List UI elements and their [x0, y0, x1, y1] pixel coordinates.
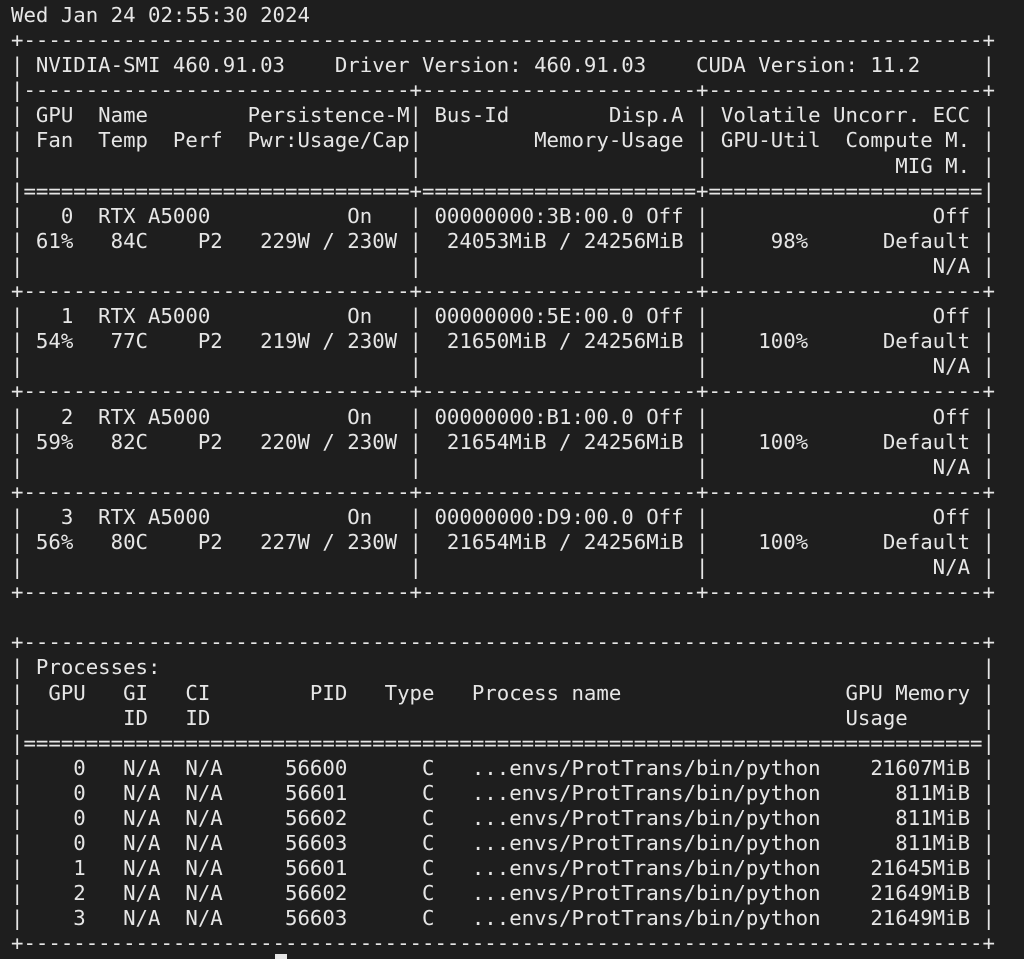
process-column-header-line: | GPU GI CI PID Type Process name GPU Me… — [11, 680, 995, 705]
gpu-3-row-line: | | | N/A | — [11, 555, 995, 580]
table-border-line: +-------------------------------+-------… — [11, 279, 995, 304]
table-border-line: |-------------------------------+-------… — [11, 78, 995, 103]
timestamp-line: Wed Jan 24 02:55:30 2024 — [11, 3, 310, 27]
table-separator-line: |=======================================… — [11, 730, 995, 755]
gpu-0-row-line: | 0 RTX A5000 On | 00000000:3B:00.0 Off … — [11, 203, 995, 228]
gpu-2-row-line: | | | N/A | — [11, 454, 995, 479]
table-separator-line: |===============================+=======… — [11, 178, 995, 203]
gpu-column-header-line: | | | MIG M. | — [11, 153, 995, 178]
terminal-output: Wed Jan 24 02:55:30 2024 +---------------… — [11, 3, 995, 957]
gpu-1-row-line: | 54% 77C P2 219W / 230W | 21650MiB / 24… — [11, 329, 995, 354]
process-row-line: | 0 N/A N/A 56601 C ...envs/ProtTrans/bi… — [11, 780, 995, 805]
gpu-1-row-line: | 1 RTX A5000 On | 00000000:5E:00.0 Off … — [11, 304, 995, 329]
gpu-2-row-line: | 2 RTX A5000 On | 00000000:B1:00.0 Off … — [11, 404, 995, 429]
process-row-line: | 0 N/A N/A 56602 C ...envs/ProtTrans/bi… — [11, 806, 995, 830]
gpu-0-row-line: | 61% 84C P2 229W / 230W | 24053MiB / 24… — [11, 228, 995, 253]
processes-title-line: | Processes: | — [11, 655, 995, 680]
gpu-3-row-line: | 3 RTX A5000 On | 00000000:D9:00.0 Off … — [11, 504, 995, 529]
version-header-line: | NVIDIA-SMI 460.91.03 Driver Version: 4… — [11, 53, 995, 78]
gpu-3-row-line: | 56% 80C P2 227W / 230W | 21654MiB / 24… — [11, 529, 995, 554]
gpu-column-header-line: | GPU Name Persistence-M| Bus-Id Disp.A … — [11, 103, 995, 128]
table-border-line: +---------------------------------------… — [11, 28, 995, 53]
gpu-2-row-line: | 59% 82C P2 220W / 230W | 21654MiB / 24… — [11, 429, 995, 454]
process-row-line: | 2 N/A N/A 56602 C ...envs/ProtTrans/bi… — [11, 881, 995, 906]
table-border-line: +---------------------------------------… — [11, 630, 995, 655]
gpu-1-row-line: | | | N/A | — [11, 354, 995, 379]
process-column-header-line: | ID ID Usage | — [11, 705, 995, 730]
gpu-column-header-line: | Fan Temp Perf Pwr:Usage/Cap| Memory-Us… — [11, 128, 995, 153]
table-border-line: +---------------------------------------… — [11, 931, 995, 956]
process-row-line: | 0 N/A N/A 56600 C ...envs/ProtTrans/bi… — [11, 755, 995, 780]
process-row-line: | 3 N/A N/A 56603 C ...envs/ProtTrans/bi… — [11, 906, 995, 931]
table-border-line: +-------------------------------+-------… — [11, 379, 995, 404]
gpu-0-row-line: | | | N/A | — [11, 253, 995, 278]
table-border-line: +-------------------------------+-------… — [11, 580, 995, 605]
process-row-line: | 0 N/A N/A 56603 C ...envs/ProtTrans/bi… — [11, 831, 995, 856]
terminal-cursor — [275, 954, 287, 959]
process-row-line: | 1 N/A N/A 56601 C ...envs/ProtTrans/bi… — [11, 856, 995, 881]
table-border-line: +-------------------------------+-------… — [11, 479, 995, 504]
